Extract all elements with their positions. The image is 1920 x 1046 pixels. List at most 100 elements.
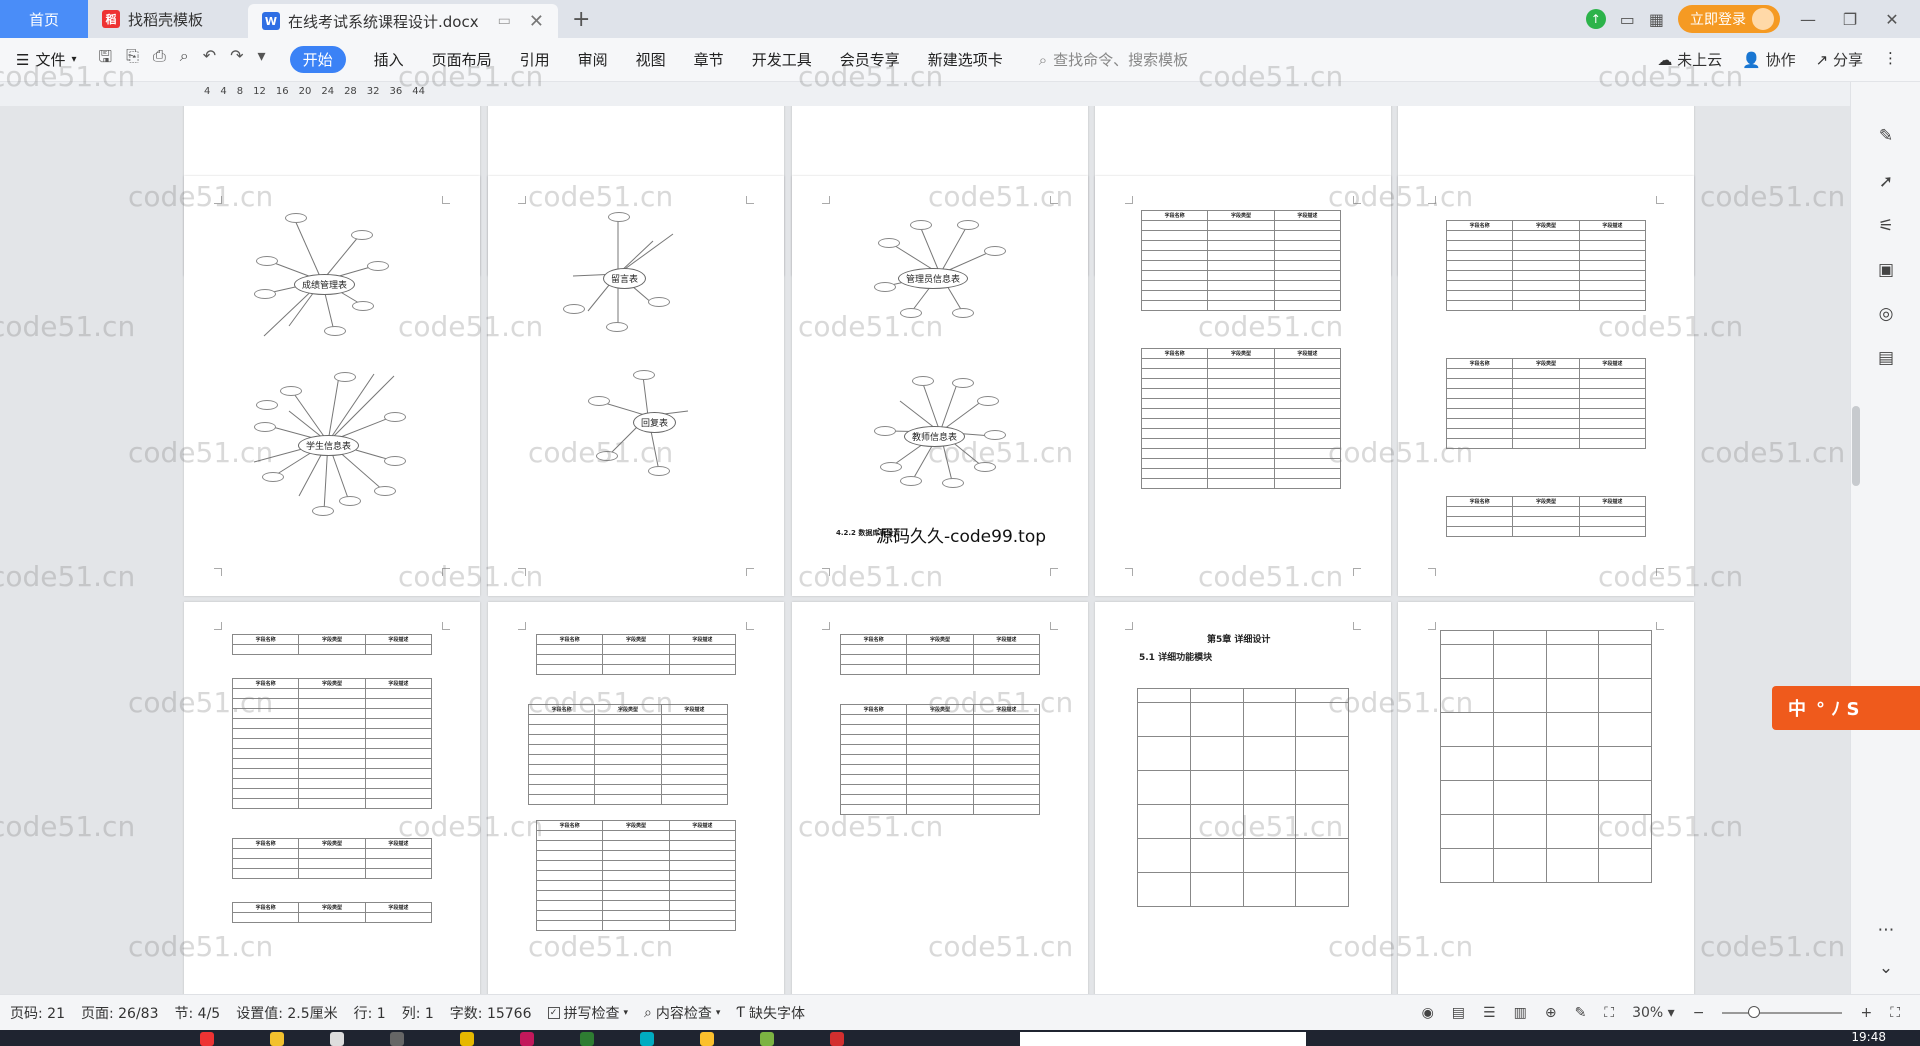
preview-icon[interactable]: ⌕: [180, 46, 189, 73]
tab-view[interactable]: 视图: [636, 49, 666, 70]
zoom-in-icon[interactable]: +: [1860, 1005, 1872, 1021]
web-view-icon[interactable]: ⊕: [1545, 1005, 1557, 1021]
word-doc-icon: W: [262, 12, 280, 30]
app-icon[interactable]: [760, 1032, 774, 1046]
undo-icon[interactable]: ↶: [203, 46, 216, 73]
page-tables-a: 字段名称 字段类型 字段描述 字段名称 字段类型 字段描述: [1095, 176, 1391, 596]
tab-page-layout[interactable]: 页面布局: [432, 49, 492, 70]
tab-document[interactable]: W 在线考试系统课程设计.docx ▭ ✕: [248, 4, 558, 38]
er-entity-grade: 成绩管理表: [294, 274, 356, 295]
pointer-icon[interactable]: ➚: [1875, 172, 1897, 194]
zoom-slider-knob[interactable]: [1748, 1005, 1761, 1018]
app-icon[interactable]: [640, 1032, 654, 1046]
upload-icon[interactable]: ↑: [1585, 9, 1606, 29]
ruler[interactable]: 4 4 8 12 16 20 24 28 32 36 44: [0, 82, 1850, 106]
app-icon[interactable]: [200, 1032, 214, 1046]
more-menu-icon[interactable]: ⋮: [1883, 49, 1898, 70]
spell-check-toggle[interactable]: ✓ 拼写检查 ▾: [547, 1003, 628, 1023]
compass-icon[interactable]: ◎: [1875, 304, 1897, 326]
eye-icon[interactable]: ◉: [1422, 1005, 1434, 1021]
close-tab-icon[interactable]: ✕: [529, 11, 544, 32]
function-table: [1440, 630, 1652, 883]
db-table: 字段名称 字段类型 字段描述: [231, 902, 433, 923]
read-view-icon[interactable]: ▥: [1514, 1005, 1527, 1021]
app-icon[interactable]: [700, 1032, 714, 1046]
ruler-number: 32: [366, 86, 380, 97]
app-icon[interactable]: [520, 1032, 534, 1046]
app-icon[interactable]: [330, 1032, 344, 1046]
pin-icon[interactable]: ▭: [498, 13, 511, 29]
new-tab-button[interactable]: +: [558, 0, 604, 38]
tab-review[interactable]: 审阅: [578, 49, 608, 70]
pen-view-icon[interactable]: ✎: [1575, 1005, 1587, 1021]
file-menu[interactable]: ☰ 文件 ▾: [16, 49, 77, 70]
app-icon[interactable]: [390, 1032, 404, 1046]
print-icon[interactable]: ⎙: [153, 46, 166, 73]
content-check-button[interactable]: ⌕ 内容检查 ▾: [644, 1003, 720, 1023]
status-words[interactable]: 字数: 15766: [450, 1003, 532, 1023]
fullscreen-icon[interactable]: ⛶: [1890, 1005, 1900, 1021]
outline-view-icon[interactable]: ☰: [1483, 1005, 1496, 1021]
tab-developer[interactable]: 开发工具: [752, 49, 812, 70]
ime-indicator[interactable]: 中 ° ﾉ S: [1772, 686, 1920, 730]
tab-new[interactable]: 新建选项卡: [928, 49, 1003, 70]
wps-icon[interactable]: [830, 1032, 844, 1046]
app-icon[interactable]: [580, 1032, 594, 1046]
content-check-icon: ⌕: [644, 1004, 652, 1021]
missing-font-button[interactable]: Ƭ 缺失字体: [736, 1003, 805, 1023]
db-table: 字段名称 字段类型 字段描述: [1445, 358, 1647, 449]
cloud-status[interactable]: ☁ 未上云: [1657, 49, 1722, 70]
font-icon: Ƭ: [736, 1004, 745, 1021]
tab-template[interactable]: 稻 找稻壳模板: [88, 0, 248, 38]
page-view-icon[interactable]: ▤: [1452, 1005, 1465, 1021]
sliders-icon[interactable]: ⚟: [1875, 216, 1897, 238]
zoom-out-icon[interactable]: −: [1693, 1005, 1705, 1021]
status-page[interactable]: 页面: 26/83: [81, 1003, 159, 1023]
share-button[interactable]: ↗ 分享: [1816, 49, 1863, 70]
apps-grid-icon[interactable]: ▦: [1649, 10, 1664, 29]
scrollbar-thumb[interactable]: [1852, 406, 1860, 486]
zoom-slider[interactable]: [1722, 1005, 1843, 1018]
settings-icon[interactable]: ⋯: [1875, 920, 1897, 942]
db-table: 字段名称 字段类型 字段描述: [1445, 496, 1647, 537]
book-icon[interactable]: ▤: [1875, 348, 1897, 370]
login-button[interactable]: 立即登录: [1678, 5, 1780, 33]
ruler-number: 4: [220, 86, 227, 97]
db-table: 字段名称 字段类型 字段描述: [1140, 210, 1342, 311]
tab-document-label: 在线考试系统课程设计.docx: [288, 12, 479, 31]
tab-start[interactable]: 开始: [289, 46, 346, 73]
save-icon[interactable]: 🖫: [99, 46, 113, 73]
ime-label: 中: [1788, 699, 1806, 720]
share-icon: ↗: [1815, 51, 1829, 69]
tab-references[interactable]: 引用: [520, 49, 550, 70]
document-canvas[interactable]: 成绩管理表 学生信息表 留言表 回复表 管理员信息表 教师信息表 4.2.2 数…: [0, 106, 1850, 994]
page-er-grade-student: 成绩管理表 学生信息表: [184, 176, 480, 596]
minimize-icon[interactable]: —: [1794, 10, 1822, 29]
vertical-scrollbar[interactable]: [1852, 106, 1860, 926]
folder-icon[interactable]: [270, 1032, 284, 1046]
redo-icon[interactable]: ↷: [230, 46, 243, 73]
layout-icon[interactable]: ▭: [1620, 10, 1635, 29]
status-section: 节: 4/5: [174, 1005, 221, 1022]
zoom-level[interactable]: 30% ▾: [1632, 1005, 1675, 1021]
collab-button[interactable]: 👤 协作: [1742, 49, 1795, 70]
tab-chapter[interactable]: 章节: [694, 49, 724, 70]
more-icon[interactable]: ▾: [258, 46, 266, 73]
app-icon[interactable]: [460, 1032, 474, 1046]
fit-page-icon[interactable]: ⛶: [1604, 1005, 1614, 1021]
page-tables-d: 字段名称 字段类型 字段描述 字段名称 字段类型 字段描述 字段名称 字段类型 字段描述: [488, 602, 784, 994]
export-icon[interactable]: ⎘: [126, 46, 139, 73]
collapse-icon[interactable]: ⌄: [1875, 958, 1897, 980]
pen-icon[interactable]: ✎: [1875, 126, 1897, 148]
os-taskbar: 19:48: [0, 1030, 1920, 1046]
tab-home[interactable]: 首页: [0, 0, 88, 38]
taskbar-search[interactable]: [1020, 1032, 1306, 1046]
ruler-number: 16: [275, 86, 289, 97]
window-close-icon[interactable]: ✕: [1878, 10, 1906, 29]
tab-member[interactable]: 会员专享: [840, 49, 900, 70]
tab-insert[interactable]: 插入: [374, 49, 404, 70]
section-title: 5.1 详细功能模块: [1139, 653, 1213, 663]
image-icon[interactable]: ▣: [1875, 260, 1897, 282]
command-search[interactable]: ⌕ 查找命令、搜索模板: [1039, 49, 1188, 70]
restore-icon[interactable]: ❐: [1836, 10, 1864, 29]
